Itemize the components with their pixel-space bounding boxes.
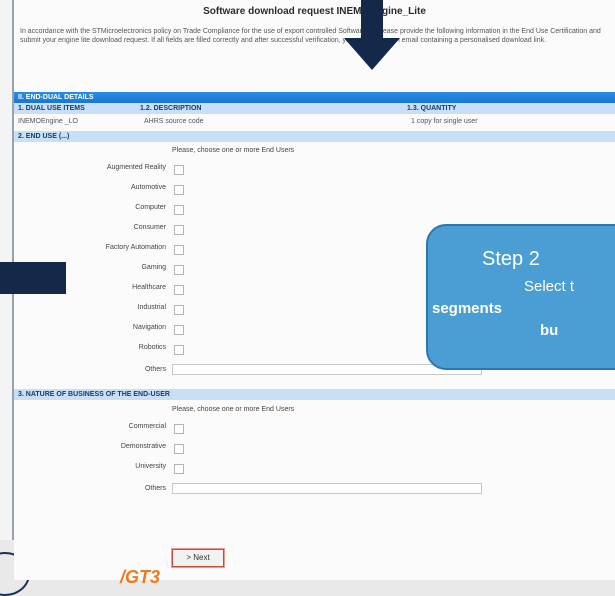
end-use-label: Computer xyxy=(135,204,166,211)
step-callout: Step 2 Select t segments bu xyxy=(426,224,615,370)
col-description: 1.2. DESCRIPTION xyxy=(140,105,202,112)
item-value: INEMOEngine _LO xyxy=(18,118,78,125)
arrow-bar-icon xyxy=(0,262,66,294)
end-use-checkbox[interactable] xyxy=(174,185,184,195)
nature-label: Demonstrative xyxy=(120,443,166,450)
nature-label: Commercial xyxy=(128,423,166,430)
col-dual-use-items: 1. DUAL USE ITEMS xyxy=(18,105,85,112)
end-use-checkbox[interactable] xyxy=(174,345,184,355)
end-use-checkbox[interactable] xyxy=(174,265,184,275)
form-title: Software download request INEMOEngine_Li… xyxy=(203,6,426,17)
section-nature-of-business: 3. NATURE OF BUSINESS OF THE END-USER xyxy=(14,389,615,400)
end-use-checkbox[interactable] xyxy=(174,325,184,335)
nature-prompt: Please, choose one or more End Users xyxy=(172,406,295,413)
end-use-prompt: Please, choose one or more End Users xyxy=(172,147,295,154)
end-use-label: Industrial xyxy=(137,304,166,311)
callout-line-2: Select t xyxy=(524,278,575,295)
end-use-checkbox[interactable] xyxy=(174,205,184,215)
end-use-label: Augmented Reality xyxy=(106,164,166,171)
columns-header: 1. DUAL USE ITEMS 1.2. DESCRIPTION 1.3. … xyxy=(14,103,615,114)
end-use-label: Automotive xyxy=(130,184,166,191)
intro-text: In accordance with the STMicroelectronic… xyxy=(20,28,601,44)
end-use-checkbox[interactable] xyxy=(174,165,184,175)
down-arrow-icon xyxy=(344,0,400,70)
callout-line-4: bu xyxy=(540,322,559,339)
nature-checkbox[interactable] xyxy=(174,444,184,454)
end-use-label: Gaming xyxy=(141,264,166,271)
nature-checkbox[interactable] xyxy=(174,464,184,474)
end-use-label: Robotics xyxy=(138,344,166,351)
nature-others-input[interactable] xyxy=(172,483,482,494)
end-use-checkbox[interactable] xyxy=(174,285,184,295)
callout-line-3: segments xyxy=(432,300,503,317)
quantity-value: 1 copy for single user xyxy=(411,118,478,125)
end-use-checkbox[interactable] xyxy=(174,305,184,315)
end-use-label: Consumer xyxy=(133,224,166,231)
end-use-label: Healthcare xyxy=(132,284,166,291)
nature-checkbox[interactable] xyxy=(174,424,184,434)
section-end-use: 2. END USE (...) xyxy=(14,131,615,142)
end-use-checkbox[interactable] xyxy=(174,245,184,255)
others-label: Others xyxy=(144,366,166,373)
end-use-label: Factory Automation xyxy=(105,244,166,251)
nature-label: University xyxy=(135,463,166,470)
next-button[interactable]: > Next xyxy=(171,548,225,568)
callout-step-title: Step 2 xyxy=(482,248,540,270)
section-end-dual-details: II. END-DUAL DETAILS xyxy=(14,92,615,103)
others-label: Others xyxy=(144,485,166,492)
end-use-checkbox[interactable] xyxy=(174,225,184,235)
description-value: AHRS source code xyxy=(144,118,204,125)
end-use-label: Navigation xyxy=(132,324,166,331)
bottom-orange-text: /GT3 xyxy=(120,567,161,587)
col-quantity: 1.3. QUANTITY xyxy=(407,105,457,112)
